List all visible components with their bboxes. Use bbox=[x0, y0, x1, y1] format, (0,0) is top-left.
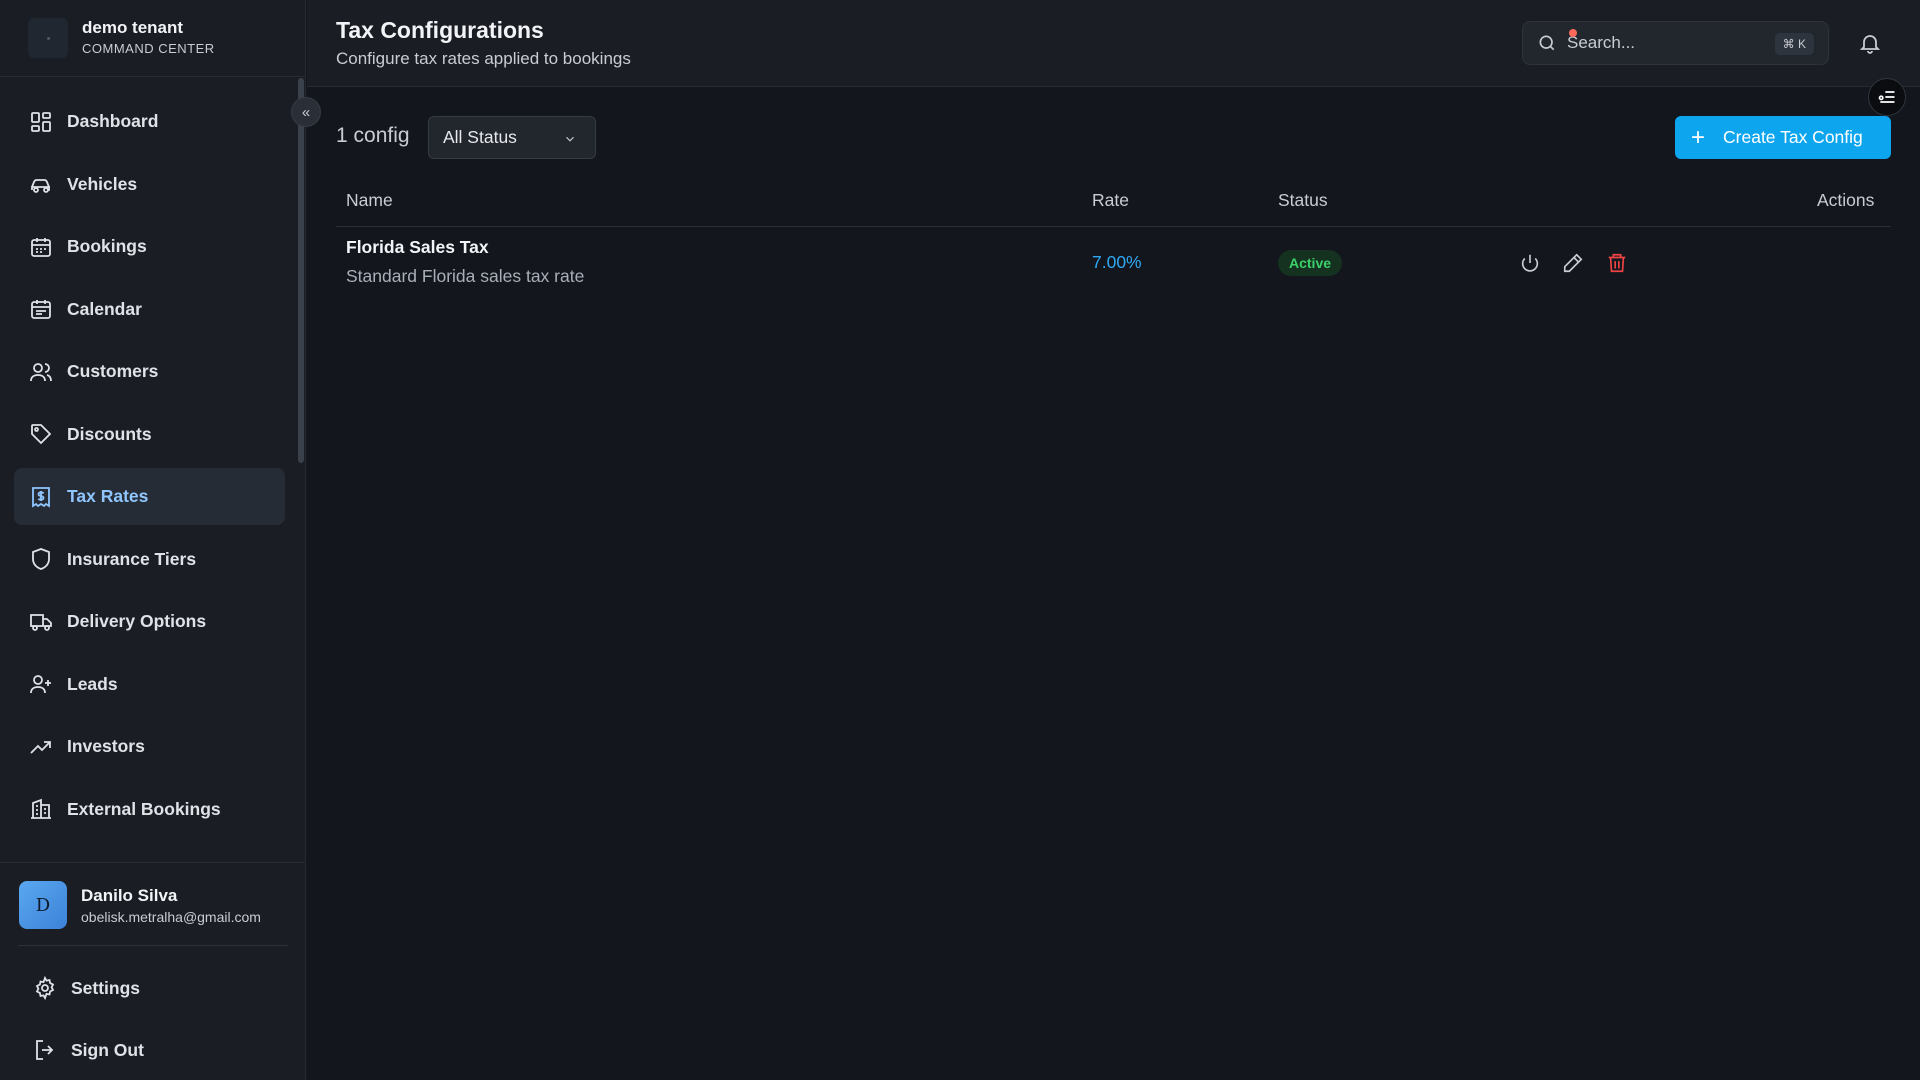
sidebar-item-label: Bookings bbox=[67, 236, 147, 256]
receipt-dollar-icon bbox=[32, 486, 50, 508]
sidebar-nav: Dashboard Vehicles Bookings Calendar Cus… bbox=[14, 93, 285, 843]
building-icon bbox=[31, 798, 51, 819]
sidebar-item-vehicles[interactable]: Vehicles bbox=[14, 156, 285, 213]
sidebar-item-leads[interactable]: Leads bbox=[14, 656, 285, 713]
sidebar-item-label: External Bookings bbox=[67, 798, 221, 819]
status-filter-value: All Status bbox=[443, 127, 517, 147]
sidebar-item-delivery-options[interactable]: Delivery Options bbox=[14, 593, 285, 650]
search-icon bbox=[1539, 35, 1555, 51]
top-header: Tax Configurations Configure tax rates a… bbox=[307, 0, 1920, 87]
sidebar-item-customers[interactable]: Customers bbox=[14, 343, 285, 400]
brand[interactable]: demo tenant COMMAND CENTER bbox=[0, 0, 305, 77]
sidebar-item-label: Customers bbox=[67, 361, 159, 381]
config-count: 1 config bbox=[336, 124, 410, 147]
sign-out-label: Sign Out bbox=[71, 1039, 144, 1060]
plus-icon: + bbox=[1691, 123, 1706, 151]
notification-dot bbox=[1569, 29, 1577, 37]
collapse-sidebar-button[interactable]: « bbox=[291, 97, 321, 127]
user-profile[interactable]: D Danilo Silva obelisk.metralha@gmail.co… bbox=[0, 862, 306, 947]
sign-out-link[interactable]: Sign Out bbox=[33, 1038, 144, 1062]
trash-icon[interactable] bbox=[1606, 252, 1628, 274]
page-title: Tax Configurations bbox=[336, 17, 544, 43]
avatar: D bbox=[19, 881, 67, 929]
create-tax-config-button[interactable]: + Create Tax Config bbox=[1675, 116, 1891, 159]
status-badge: Active bbox=[1278, 250, 1343, 276]
power-icon[interactable] bbox=[1519, 252, 1541, 274]
sidebar-item-discounts[interactable]: Discounts bbox=[14, 406, 285, 463]
brand-subtitle: COMMAND CENTER bbox=[82, 41, 215, 56]
sidebar-item-calendar[interactable]: Calendar bbox=[14, 281, 285, 338]
dashboard-icon bbox=[31, 111, 51, 132]
sidebar-item-label: Discounts bbox=[67, 423, 152, 444]
calendar-icon bbox=[31, 300, 51, 319]
bell-icon[interactable] bbox=[1858, 31, 1882, 55]
divider bbox=[18, 945, 288, 946]
sliders-icon bbox=[1878, 91, 1895, 103]
sidebar-item-insurance-tiers[interactable]: Insurance Tiers bbox=[14, 531, 285, 588]
shield-icon bbox=[32, 548, 50, 570]
column-header-actions: Actions bbox=[1817, 190, 1875, 210]
search-shortcut: ⌘ K bbox=[1774, 33, 1814, 55]
tax-name: Florida Sales Tax bbox=[346, 237, 489, 257]
truck-icon bbox=[30, 613, 52, 631]
user-email: obelisk.metralha@gmail.com bbox=[81, 908, 261, 925]
sign-out-icon bbox=[36, 1040, 54, 1060]
brand-name: demo tenant bbox=[82, 18, 184, 37]
page-subtitle: Configure tax rates applied to bookings bbox=[336, 49, 631, 68]
chevrons-left-icon: « bbox=[301, 103, 311, 121]
sidebar-item-label: Vehicles bbox=[67, 173, 138, 194]
sidebar-item-label: Insurance Tiers bbox=[67, 548, 197, 569]
sidebar-item-bookings[interactable]: Bookings bbox=[14, 218, 285, 275]
sidebar-item-label: Tax Rates bbox=[67, 486, 149, 506]
sidebar-item-label: Calendar bbox=[67, 298, 142, 319]
sidebar-item-investors[interactable]: Investors bbox=[14, 718, 285, 775]
create-button-label: Create Tax Config bbox=[1723, 127, 1863, 147]
brand-logo bbox=[28, 18, 68, 58]
settings-label: Settings bbox=[71, 977, 141, 998]
table-header-divider bbox=[336, 226, 1891, 227]
column-header-name[interactable]: Name bbox=[346, 190, 393, 211]
search-input[interactable]: Search... ⌘ K bbox=[1522, 21, 1829, 65]
tax-rate: 7.00% bbox=[1092, 252, 1142, 272]
calendar-grid-icon bbox=[31, 237, 51, 257]
column-header-rate[interactable]: Rate bbox=[1092, 190, 1129, 211]
trending-up-icon bbox=[30, 740, 51, 754]
user-name: Danilo Silva bbox=[81, 885, 178, 905]
sidebar-item-external-bookings[interactable]: External Bookings bbox=[14, 781, 285, 838]
gear-icon bbox=[35, 976, 55, 1000]
search-placeholder: Search... bbox=[1567, 33, 1636, 52]
tag-icon bbox=[31, 424, 52, 445]
sidebar-scrollbar[interactable] bbox=[298, 78, 304, 463]
status-filter-select[interactable]: All Status bbox=[428, 116, 596, 159]
filter-list-button[interactable] bbox=[1868, 78, 1906, 116]
sidebar-item-label: Leads bbox=[67, 673, 118, 694]
user-plus-icon bbox=[30, 675, 51, 694]
users-icon bbox=[30, 362, 52, 381]
sidebar-item-tax-rates[interactable]: Tax Rates bbox=[14, 468, 285, 525]
settings-link[interactable]: Settings bbox=[33, 976, 140, 1000]
car-icon bbox=[31, 179, 50, 193]
column-header-status[interactable]: Status bbox=[1278, 190, 1328, 211]
sidebar-item-dashboard[interactable]: Dashboard bbox=[14, 93, 285, 150]
sidebar-item-label: Delivery Options bbox=[67, 611, 207, 631]
sidebar-item-label: Investors bbox=[67, 736, 145, 756]
sidebar: demo tenant COMMAND CENTER Dashboard Veh… bbox=[0, 0, 306, 1080]
tax-description: Standard Florida sales tax rate bbox=[346, 266, 585, 286]
sidebar-item-label: Dashboard bbox=[67, 111, 159, 131]
chevron-down-icon bbox=[566, 136, 574, 142]
edit-icon[interactable] bbox=[1562, 252, 1584, 274]
